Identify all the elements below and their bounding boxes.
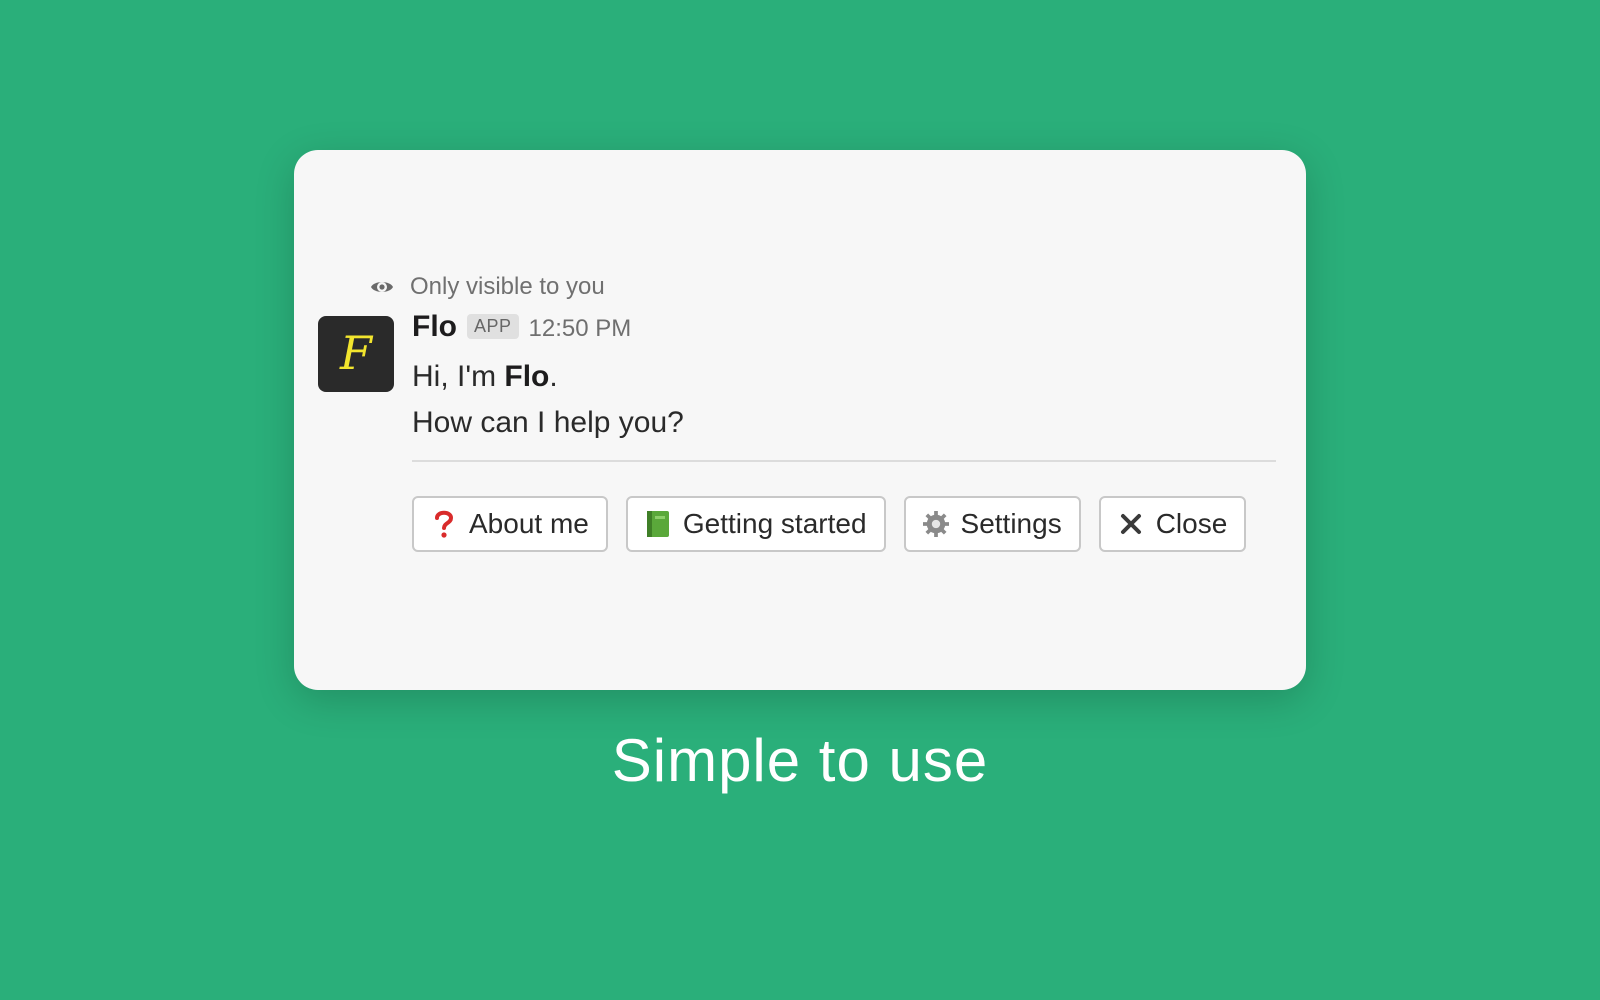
visibility-note: Only visible to you xyxy=(370,270,605,304)
svg-text:F: F xyxy=(339,326,374,380)
question-mark-icon xyxy=(431,510,457,538)
eye-icon xyxy=(370,275,394,299)
message-card: Only visible to you F Flo APP 12:50 PM H… xyxy=(294,150,1306,690)
app-badge: APP xyxy=(467,314,519,339)
message-line-1: Hi, I'm Flo. xyxy=(412,354,1276,400)
bot-name: Flo xyxy=(504,360,550,393)
settings-button[interactable]: Settings xyxy=(903,496,1081,552)
close-label: Close xyxy=(1155,508,1228,539)
caption: Simple to use xyxy=(611,727,989,794)
close-icon xyxy=(1118,510,1144,538)
close-button[interactable]: Close xyxy=(1098,496,1247,552)
avatar[interactable]: F xyxy=(318,316,394,392)
about-me-button[interactable]: About me xyxy=(412,496,608,552)
message-meta: Flo APP 12:50 PM xyxy=(412,310,1276,354)
gear-icon xyxy=(922,510,949,538)
timestamp[interactable]: 12:50 PM xyxy=(529,315,632,343)
flo-logo-icon: F xyxy=(339,326,374,380)
green-book-icon xyxy=(645,510,671,538)
getting-started-button[interactable]: Getting started xyxy=(625,496,886,552)
divider xyxy=(412,460,1276,462)
greeting-suffix: . xyxy=(549,360,558,393)
message-body: Flo APP 12:50 PM Hi, I'm Flo. How can I … xyxy=(412,310,1276,552)
sender-name[interactable]: Flo xyxy=(412,310,457,344)
getting-started-label: Getting started xyxy=(682,508,867,539)
action-buttons: About me Getting started Settings Close xyxy=(412,496,1276,552)
visibility-text: Only visible to you xyxy=(410,273,605,300)
settings-label: Settings xyxy=(960,508,1062,539)
greeting-prefix: Hi, I'm xyxy=(412,360,505,393)
about-me-label: About me xyxy=(469,508,589,539)
message-line-2: How can I help you? xyxy=(412,406,684,439)
